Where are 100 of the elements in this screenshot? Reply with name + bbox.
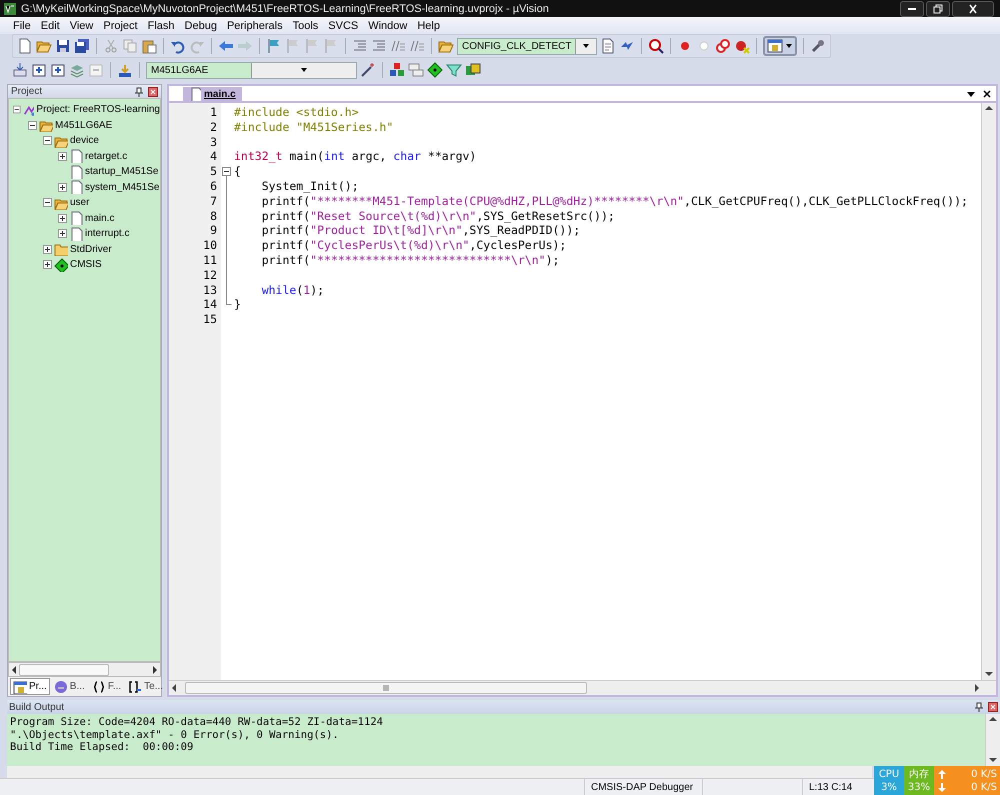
menu-item[interactable]: View [64, 20, 98, 32]
memory-value: 33% [908, 780, 930, 794]
menu-item[interactable]: File [8, 20, 36, 32]
flag-icon[interactable] [266, 38, 282, 54]
tree-item[interactable]: Project: FreeRTOS-learning [36, 104, 160, 116]
menu-item[interactable]: Flash [142, 20, 180, 32]
new-file-icon[interactable] [17, 38, 33, 54]
tree-item[interactable]: main.c [85, 212, 114, 224]
scroll-right-icon[interactable] [150, 664, 160, 676]
menu-item[interactable]: Peripherals [222, 20, 288, 32]
download-icon[interactable] [117, 62, 133, 78]
expand-icon[interactable] [43, 260, 52, 270]
code-line: #include "M451Series.h" [233, 120, 394, 135]
expand-icon[interactable] [58, 229, 67, 238]
wrench-icon[interactable] [810, 38, 826, 54]
fold-end-line [226, 297, 232, 306]
uncomment-icon[interactable] [409, 38, 425, 54]
tree-item[interactable]: interrupt.c [85, 228, 130, 240]
code-line: while(1); [260, 282, 324, 298]
output-line: Program Size: Code=4204 RO-data=440 RW-data=52 ZI-data=1124 [10, 716, 384, 728]
circles-icon[interactable] [715, 38, 732, 54]
code-line: printf("Product ID\t[%d]\r\n",SYS_ReadPDID()); [260, 223, 580, 238]
panel-tab[interactable]: F... [88, 678, 124, 695]
menu-item[interactable]: SVCS [323, 20, 364, 32]
menu-item[interactable]: Window [363, 20, 412, 32]
panel-title: Project [11, 86, 42, 97]
tree-item[interactable]: system_M451Se [85, 182, 160, 193]
tree-item[interactable]: StdDriver [70, 244, 112, 255]
memory-label: 内存 [909, 768, 929, 780]
menu-item[interactable]: Help [412, 20, 445, 32]
window-title: G:\MyKeilWorkingSpace\MyNuvotonProject\M451\FreeRTOS-Learning\FreeRTOS-learning.uvprojx - µVision [21, 2, 549, 14]
tree-item[interactable]: startup_M451Se [85, 166, 158, 178]
tree-item[interactable]: retarget.c [85, 150, 128, 162]
comment-icon[interactable] [390, 38, 406, 54]
save-all-icon[interactable] [74, 38, 90, 54]
save-icon[interactable] [55, 38, 71, 54]
expand-icon[interactable] [58, 214, 67, 223]
close-button[interactable] [952, 0, 994, 16]
blocks-icon[interactable] [389, 62, 405, 78]
down-arrow-icon [937, 782, 947, 792]
minimize-button[interactable] [900, 0, 924, 16]
menu-item[interactable]: Edit [36, 20, 65, 32]
window-layout-button[interactable] [763, 36, 798, 56]
target-dropdown[interactable]: M451LG6AE [146, 62, 357, 78]
file-icon [69, 149, 83, 164]
paste-icon[interactable] [141, 38, 157, 54]
scroll-right-icon[interactable] [972, 682, 982, 694]
file-tab[interactable]: main.c [183, 87, 242, 101]
menu-item[interactable]: Debug [180, 20, 222, 32]
pin-icon[interactable] [134, 86, 144, 96]
code-line: #include <stdio.h> [233, 105, 359, 120]
diamond-icon [54, 258, 68, 272]
upload-speed: 0 K/S [971, 768, 997, 780]
expand-icon[interactable] [58, 152, 67, 161]
dropdown-arrow-icon [582, 42, 590, 50]
grip-icon [383, 684, 389, 692]
expand-icon[interactable] [43, 244, 52, 254]
minimize-icon [908, 8, 916, 10]
close-icon[interactable] [982, 88, 992, 98]
collapse-icon[interactable] [43, 136, 52, 146]
debug-magnifier-icon[interactable] [648, 38, 664, 54]
file-icon [69, 211, 83, 226]
build-icon[interactable] [31, 62, 47, 78]
status-text: L:13 C:14 [809, 782, 852, 792]
tree-item[interactable]: M451LG6AE [55, 120, 112, 131]
panel-tab[interactable]: Te... [125, 678, 166, 695]
output-line: Build Time Elapsed: 00:00:09 [10, 741, 194, 754]
up-arrow-icon [937, 768, 947, 780]
braces-icon [92, 680, 106, 694]
rebuild-icon[interactable] [50, 62, 66, 78]
tree-item[interactable]: user [70, 197, 90, 208]
panel-tab[interactable]: Pr... [10, 678, 50, 695]
horizontal-scrollbar[interactable] [7, 766, 872, 778]
restore-icon [932, 4, 944, 14]
translate-icon[interactable] [12, 62, 28, 78]
collapse-icon[interactable] [43, 198, 52, 208]
expand-icon[interactable] [58, 182, 67, 192]
menu-item[interactable]: Project [98, 20, 143, 32]
panel-tab[interactable]: B... [50, 678, 88, 695]
config-dropdown[interactable]: CONFIG_CLK_DETECT [457, 38, 598, 54]
document-icon[interactable] [600, 38, 616, 54]
breakpoint-delete-icon[interactable] [734, 38, 750, 54]
close-icon[interactable] [148, 86, 158, 96]
scrollbar-thumb[interactable] [19, 664, 109, 676]
restore-button[interactable] [926, 0, 950, 16]
menu-item[interactable]: Tools [288, 20, 324, 32]
tree-item[interactable]: device [70, 135, 99, 146]
collapse-icon[interactable] [28, 120, 37, 130]
fold-collapse-icon[interactable] [221, 164, 233, 180]
back-arrow-icon[interactable] [218, 38, 234, 54]
collapse-icon[interactable] [13, 105, 21, 114]
folder-icon [54, 242, 68, 256]
scrollbar-thumb[interactable] [185, 682, 587, 694]
tree-item[interactable]: CMSIS [70, 259, 102, 270]
close-icon[interactable] [988, 702, 998, 712]
app-icon [3, 2, 17, 16]
magic-wand-icon[interactable] [360, 62, 376, 78]
packs-icon[interactable] [465, 62, 481, 78]
pin-icon[interactable] [974, 702, 984, 712]
diamond-icon[interactable] [427, 62, 443, 78]
